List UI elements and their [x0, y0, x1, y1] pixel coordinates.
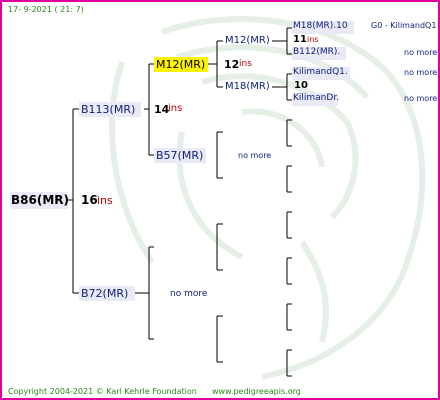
sire-name[interactable]: B113(MR) — [81, 104, 135, 115]
sss-sire-ins-tag: ins — [307, 35, 319, 44]
ssd-dam-note: no more — [404, 94, 438, 103]
sire-sire-ins-tag: ins — [239, 59, 252, 69]
sire-dam-name[interactable]: B57(MR) — [156, 150, 203, 161]
sss-dam-name[interactable]: B112(MR). — [293, 48, 340, 57]
ssd-sire-name[interactable]: KilimandQ1. — [293, 68, 348, 77]
sire-ins-tag: ins — [168, 103, 183, 114]
sire-dam-note: no more — [238, 151, 272, 160]
root-bee-ins-tag: ins — [97, 194, 113, 207]
root-bee-name[interactable]: B86(MR) — [11, 194, 69, 206]
ss-dam-name[interactable]: M18(MR) — [225, 82, 270, 92]
website-link[interactable]: www.pedigreeapis.org — [212, 388, 301, 396]
sss-sire-name[interactable]: M18(MR).10 — [293, 22, 348, 31]
ssd-dam-name[interactable]: KilimanDr. — [293, 94, 339, 103]
root-bee-number: 16 — [81, 193, 98, 207]
sire-sire-name[interactable]: M12(MR) — [156, 59, 205, 70]
copyright-text: Copyright 2004-2021 © Karl Kehrle Founda… — [8, 387, 197, 396]
sss-sire-number: 11 — [293, 34, 307, 45]
ssd-sire-note: no more — [404, 68, 438, 77]
print-date: 17- 9-2021 ( 21: 7) — [8, 5, 84, 14]
sire-sire-number: 12 — [224, 58, 240, 71]
dam-note: no more — [170, 289, 208, 299]
ss-sire-name[interactable]: M12(MR) — [225, 36, 270, 46]
pedigree-frame: 17- 9-2021 ( 21: 7) B86(MR) 16 ins B113(… — [0, 0, 440, 400]
sss-dam-note: no more — [404, 48, 438, 57]
ssd-sire-number: 10 — [294, 80, 308, 91]
dam-name[interactable]: B72(MR) — [81, 288, 128, 299]
gen6-link[interactable]: G0 - KilimandQ1 — [371, 22, 436, 30]
